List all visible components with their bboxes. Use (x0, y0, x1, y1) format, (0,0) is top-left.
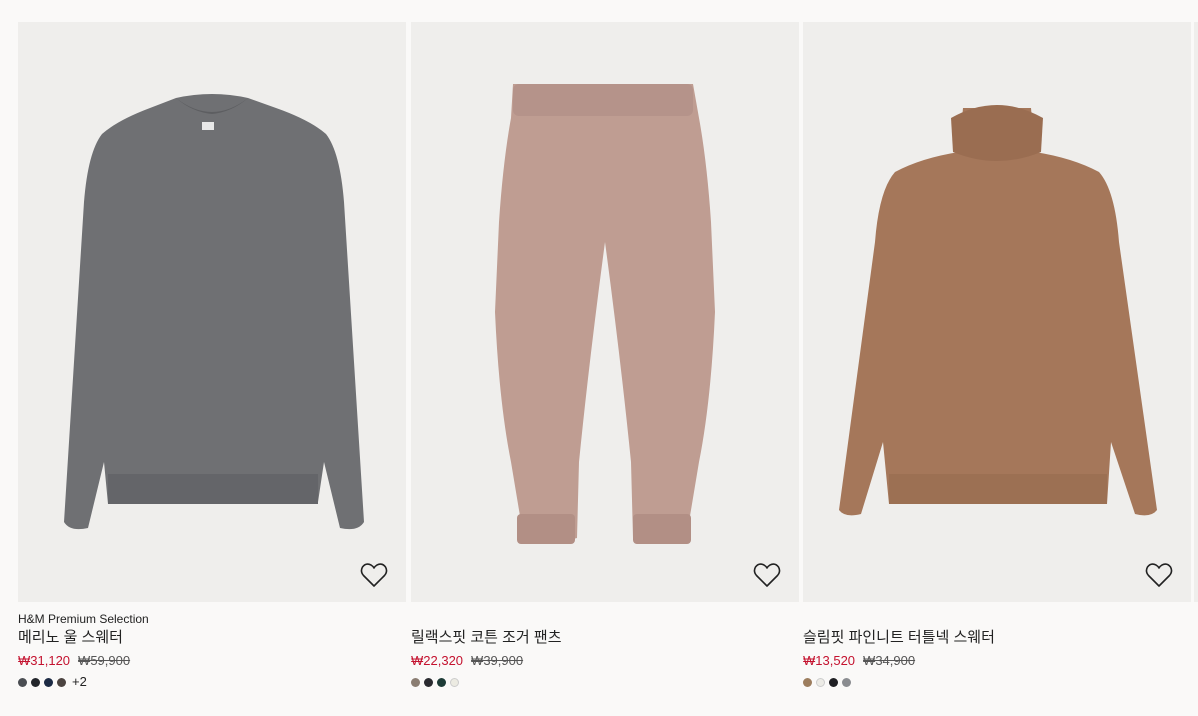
sale-price: ₩22,320 (411, 653, 464, 668)
original-price: ₩59,900 (78, 653, 131, 668)
sweater-image (64, 94, 364, 530)
product-card[interactable]: H&M Premium Selection 메리노 울 스웨터 ₩31,120 ₩… (18, 22, 406, 688)
product-name[interactable]: 슬림핏 파인니트 터틀넥 스웨터 (803, 629, 1191, 647)
original-price: ₩39,900 (471, 653, 524, 668)
original-price: ₩34,900 (863, 653, 916, 668)
product-grid: H&M Premium Selection 메리노 울 스웨터 ₩31,120 ₩… (0, 0, 1198, 716)
product-name[interactable]: 메리노 울 스웨터 (18, 629, 406, 647)
product-image[interactable] (411, 22, 799, 602)
color-swatch[interactable] (57, 677, 66, 687)
more-colors-count[interactable]: +2 (72, 675, 87, 688)
color-swatch[interactable] (437, 677, 446, 687)
product-card[interactable]: 릴랙스핏 코튼 조거 팬츠 ₩22,320 ₩39,900 (411, 22, 799, 687)
product-prices: ₩13,520 ₩34,900 (803, 653, 1191, 669)
turtleneck-image (839, 105, 1157, 516)
color-swatch[interactable] (816, 677, 825, 687)
color-swatch[interactable] (18, 677, 27, 687)
next-product-card-peek[interactable] (1194, 22, 1198, 602)
product-name[interactable]: 릴랙스핏 코튼 조거 팬츠 (411, 629, 799, 647)
color-swatch[interactable] (31, 677, 40, 687)
heart-outline-icon[interactable] (1145, 562, 1173, 588)
product-image[interactable] (803, 22, 1191, 602)
sale-price: ₩13,520 (803, 653, 856, 668)
sale-price: ₩31,120 (18, 653, 71, 668)
color-swatch[interactable] (44, 677, 53, 687)
product-card[interactable]: 슬림핏 파인니트 터틀넥 스웨터 ₩13,520 ₩34,900 (803, 22, 1191, 687)
heart-outline-icon[interactable] (753, 562, 781, 588)
heart-outline-icon[interactable] (360, 562, 388, 588)
color-swatches (411, 677, 799, 687)
product-image[interactable] (18, 22, 406, 602)
product-brand: H&M Premium Selection (18, 612, 149, 626)
product-prices: ₩31,120 ₩59,900 (18, 653, 406, 669)
color-swatches: +2 (18, 675, 406, 688)
color-swatch[interactable] (450, 677, 459, 687)
product-prices: ₩22,320 ₩39,900 (411, 653, 799, 669)
color-swatch[interactable] (829, 677, 838, 687)
pants-image (495, 84, 715, 544)
color-swatches (803, 677, 1191, 687)
color-swatch[interactable] (803, 677, 812, 687)
color-swatch[interactable] (842, 677, 851, 687)
color-swatch[interactable] (411, 677, 420, 687)
color-swatch[interactable] (424, 677, 433, 687)
